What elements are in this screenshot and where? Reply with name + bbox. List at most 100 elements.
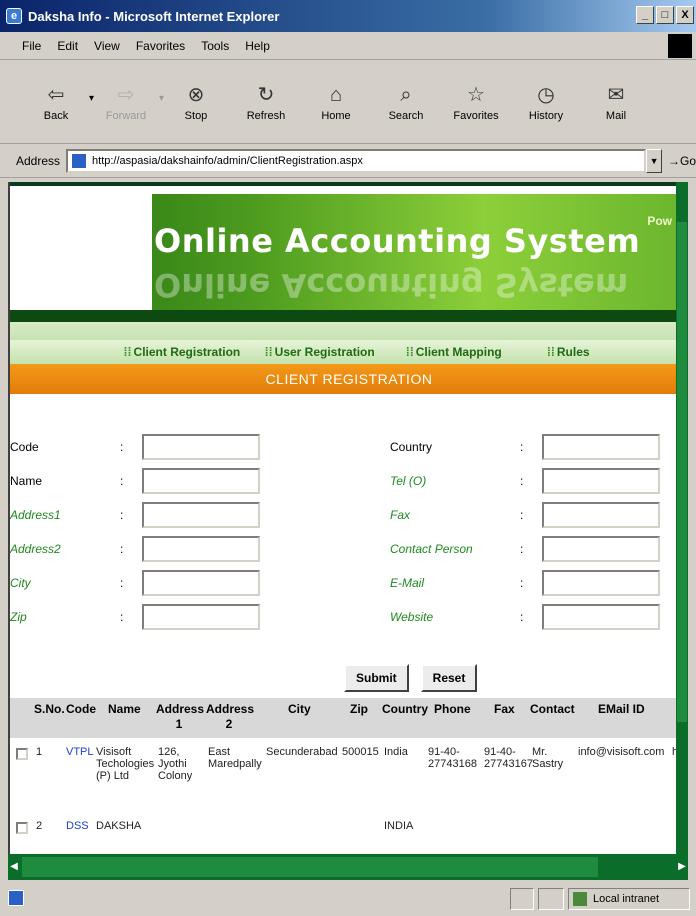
home-button[interactable]: ⌂ Home <box>308 67 364 137</box>
page-status-icon <box>8 890 24 906</box>
row-checkbox[interactable] <box>16 748 28 760</box>
zip-label: Zip <box>10 610 27 624</box>
country-input[interactable] <box>542 434 660 460</box>
address-dropdown-icon[interactable]: ▼ <box>646 148 662 173</box>
reset-button[interactable]: Reset <box>420 664 478 692</box>
code-input[interactable] <box>142 434 260 460</box>
tel-label: Tel (O) <box>390 474 427 488</box>
colon: : <box>120 576 124 590</box>
back-dropdown-icon[interactable]: ▾ <box>89 93 94 104</box>
stop-icon: ⊗ <box>187 83 205 106</box>
table-row: 1 VTPL Visisoft Techologies (P) Ltd 126,… <box>10 738 688 816</box>
tel-input[interactable] <box>542 468 660 494</box>
mail-button[interactable]: ✉ Mail <box>588 67 644 137</box>
row-checkbox[interactable] <box>16 822 28 834</box>
colon: : <box>120 610 124 624</box>
site-title-reflection: Online Accounting System <box>154 266 629 304</box>
address-input[interactable]: http://aspasia/dakshainfo/admin/ClientRe… <box>66 148 647 173</box>
contact-person-input[interactable] <box>542 536 660 562</box>
forward-button[interactable]: ⇨ Forward ▾ <box>98 67 164 137</box>
email-label: E-Mail <box>390 576 425 590</box>
nav-rules[interactable]: ⁞⁞ Rules <box>547 345 688 359</box>
toolbar: ⇦ Back ▾ ⇨ Forward ▾ ⊗ Stop ↻ Refresh ⌂ … <box>0 60 696 144</box>
windows-logo-icon <box>668 34 692 58</box>
vertical-scrollbar[interactable] <box>676 182 688 854</box>
refresh-button[interactable]: ↻ Refresh <box>238 67 294 137</box>
contact-person-label: Contact Person <box>390 542 473 556</box>
status-panel <box>510 888 534 910</box>
nav-user-registration[interactable]: ⁞⁞ User Registration <box>265 345 406 359</box>
cell-city: Secunderabad <box>266 746 338 758</box>
back-button[interactable]: ⇦ Back ▾ <box>28 67 94 137</box>
menu-bar: File Edit View Favorites Tools Help <box>0 32 696 60</box>
horizontal-scroll-thumb[interactable] <box>22 857 598 877</box>
address2-input[interactable] <box>142 536 260 562</box>
form-row-website: Website : <box>390 604 660 630</box>
cell-address2: East Maredpally <box>208 746 262 770</box>
cell-email: info@visisoft.com <box>578 746 665 758</box>
zip-input[interactable] <box>142 604 260 630</box>
nav-label: Client Mapping <box>415 345 502 359</box>
form-row-email: E-Mail : <box>390 570 660 596</box>
cell-name: DAKSHA <box>96 820 142 832</box>
colon: : <box>520 440 524 454</box>
vertical-scroll-thumb[interactable] <box>677 222 687 722</box>
fax-input[interactable] <box>542 502 660 528</box>
menu-file[interactable]: File <box>22 39 41 53</box>
horizontal-scrollbar[interactable]: ◀ ▶ <box>8 854 688 880</box>
website-input[interactable] <box>542 604 660 630</box>
cell-code-link[interactable]: VTPL <box>66 746 94 758</box>
search-button[interactable]: ⌕ Search <box>378 67 434 137</box>
city-input[interactable] <box>142 570 260 596</box>
address1-input[interactable] <box>142 502 260 528</box>
menu-tools[interactable]: Tools <box>201 39 229 53</box>
stop-label: Stop <box>184 109 208 122</box>
page-viewport: Online Accounting System Online Accounti… <box>8 182 688 854</box>
colon: : <box>520 474 524 488</box>
favorites-button[interactable]: ☆ Favorites <box>448 67 504 137</box>
website-label: Website <box>390 610 434 624</box>
go-button[interactable]: →Go <box>668 154 696 168</box>
form-row-country: Country : <box>390 434 660 460</box>
form-row-name: Name : <box>10 468 260 494</box>
site-banner: Online Accounting System Online Accounti… <box>10 194 688 322</box>
submit-button[interactable]: Submit <box>344 664 409 692</box>
scroll-right-icon[interactable]: ▶ <box>676 857 688 877</box>
nav-label: Client Registration <box>133 345 241 359</box>
colon: : <box>120 542 124 556</box>
menu-view[interactable]: View <box>94 39 120 53</box>
header-country: Country <box>382 702 428 716</box>
menu-favorites[interactable]: Favorites <box>136 39 185 53</box>
header-zip: Zip <box>350 702 368 716</box>
forward-dropdown-icon[interactable]: ▾ <box>159 93 164 104</box>
cell-zip: 500015 <box>342 746 379 758</box>
scroll-left-icon[interactable]: ◀ <box>8 857 20 877</box>
close-button[interactable]: X <box>676 6 694 24</box>
menu-help[interactable]: Help <box>245 39 270 53</box>
cell-fax: 91-40-27743167 <box>484 746 533 770</box>
colon: : <box>520 576 524 590</box>
form-row-code: Code : <box>10 434 260 460</box>
home-label: Home <box>321 109 351 122</box>
ie-icon: e <box>6 8 22 24</box>
nav-menu: ⁞⁞ Client Registration ⁞⁞ User Registratio… <box>10 340 688 364</box>
colon: : <box>520 508 524 522</box>
bullet-icon: ⁞⁞ <box>405 345 414 359</box>
cell-code-link[interactable]: DSS <box>66 820 89 832</box>
header-name: Name <box>108 702 141 716</box>
search-label: Search <box>388 109 424 122</box>
name-input[interactable] <box>142 468 260 494</box>
nav-client-registration[interactable]: ⁞⁞ Client Registration <box>124 345 265 359</box>
stop-button[interactable]: ⊗ Stop <box>168 67 224 137</box>
email-input[interactable] <box>542 570 660 596</box>
address-label: Address <box>16 153 61 168</box>
window-controls: _ □ X <box>636 6 694 24</box>
minimize-button[interactable]: _ <box>636 6 654 24</box>
grid-header: S.No. Code Name Address 1 Address 2 City… <box>10 698 688 738</box>
menu-edit[interactable]: Edit <box>57 39 78 53</box>
nav-client-mapping[interactable]: ⁞⁞ Client Mapping <box>406 345 547 359</box>
colon: : <box>120 474 124 488</box>
history-button[interactable]: ◷ History <box>518 67 574 137</box>
maximize-button[interactable]: □ <box>656 6 674 24</box>
address2-label: Address2 <box>10 542 61 556</box>
